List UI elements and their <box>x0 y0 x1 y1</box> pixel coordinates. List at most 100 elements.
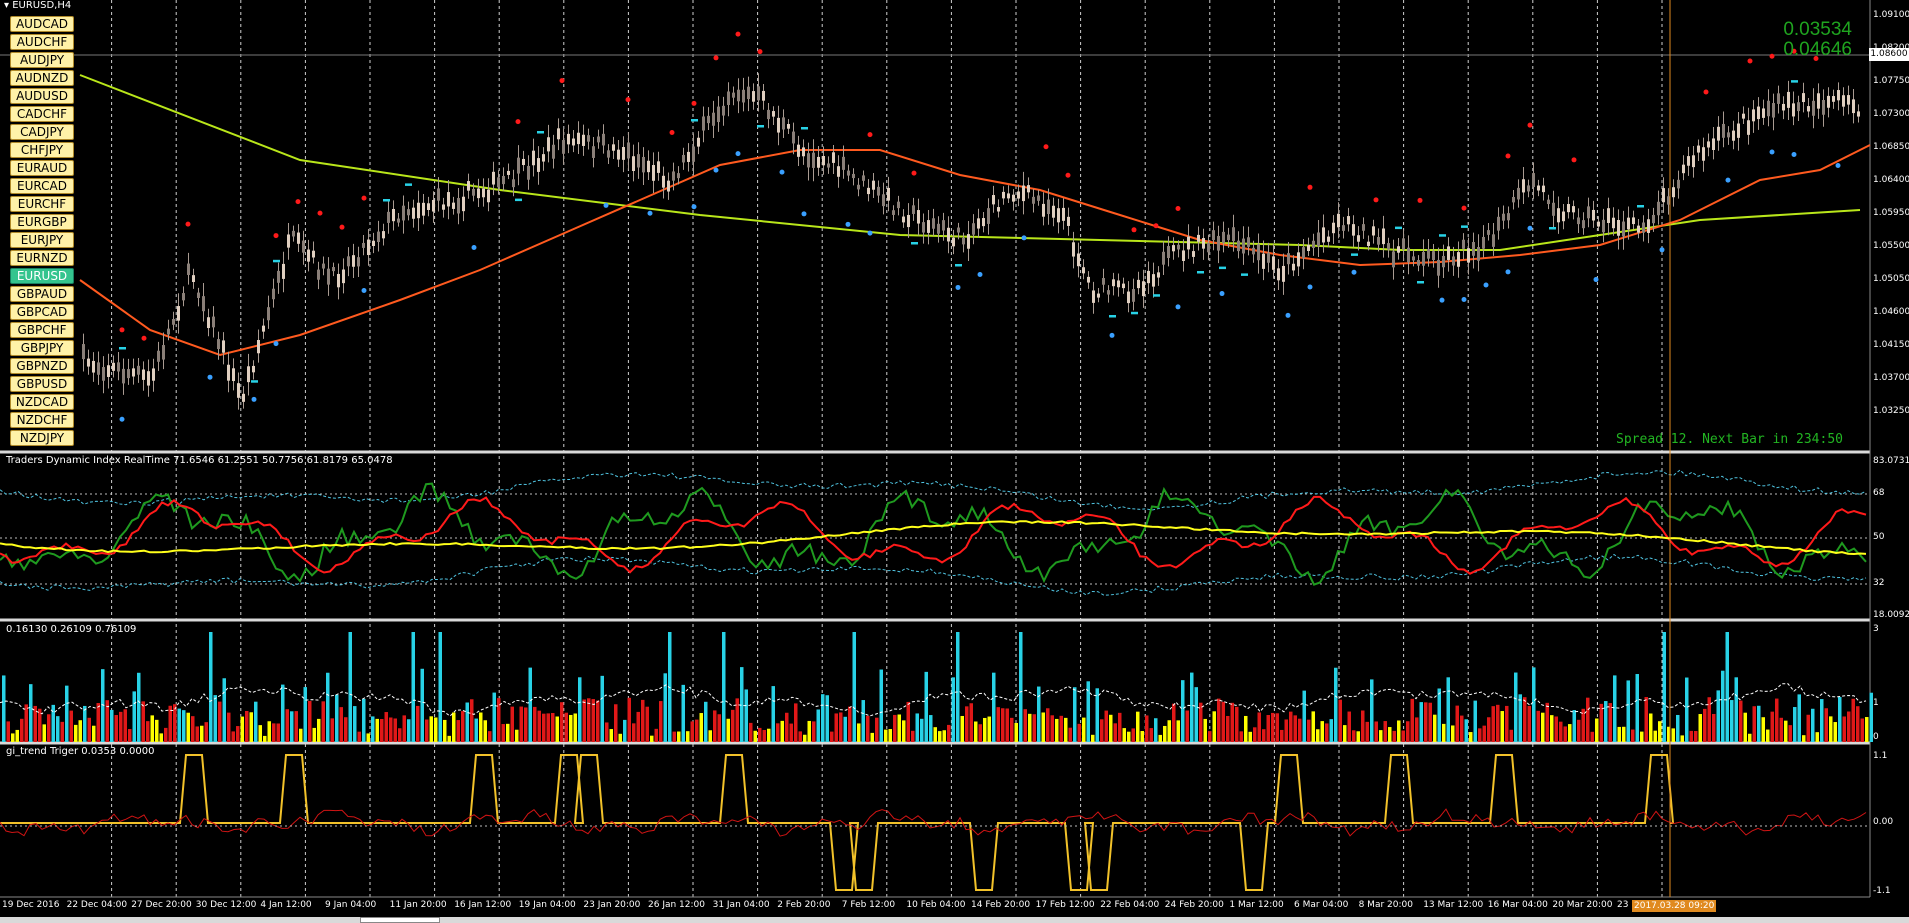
volume-bar <box>510 706 514 742</box>
symbol-button-audnzd[interactable]: AUDNZD <box>10 70 74 86</box>
candle-body <box>427 203 430 210</box>
signal-marker <box>273 259 280 263</box>
candle-body <box>612 144 615 151</box>
candle-body <box>112 362 115 371</box>
symbol-button-nzdjpy[interactable]: NZDJPY <box>10 430 74 446</box>
candle-body <box>1702 147 1705 161</box>
symbol-button-nzdchf[interactable]: NZDCHF <box>10 412 74 428</box>
fractal-down-marker <box>119 416 125 422</box>
candle-body <box>957 227 960 233</box>
candle-body <box>822 156 825 166</box>
candle-body <box>1282 265 1285 282</box>
volume-bar <box>335 694 339 742</box>
volume-bar <box>1397 720 1401 742</box>
symbol-button-cadjpy[interactable]: CADJPY <box>10 124 74 140</box>
volume-bar <box>1491 706 1495 742</box>
fractal-down-marker <box>867 230 873 236</box>
candle-body <box>1112 279 1115 287</box>
price-pane[interactable] <box>79 31 1871 422</box>
candle-body <box>337 273 340 288</box>
fractal-up-marker <box>361 195 367 201</box>
fractal-down-marker <box>1725 177 1731 183</box>
symbol-button-audchf[interactable]: AUDCHF <box>10 34 74 50</box>
candle-body <box>122 368 125 384</box>
volume-bar <box>1563 726 1567 742</box>
candle-body <box>1392 251 1395 268</box>
volume-bar <box>1172 703 1176 742</box>
candle-body <box>182 293 185 301</box>
time-axis-label: 17 Feb 12:00 <box>1035 900 1095 910</box>
volume-bar <box>492 692 496 742</box>
symbol-button-eurnzd[interactable]: EURNZD <box>10 250 74 266</box>
volume-bar <box>555 716 559 742</box>
volume-bar <box>1194 687 1198 742</box>
volume-bar <box>1631 729 1635 742</box>
symbol-button-chfjpy[interactable]: CHFJPY <box>10 142 74 158</box>
signal-marker <box>119 347 126 350</box>
volume-bar <box>1352 730 1356 742</box>
volume-bar <box>1752 706 1756 742</box>
symbol-button-eurjpy[interactable]: EURJPY <box>10 232 74 248</box>
volume-bar <box>1095 688 1099 742</box>
symbol-button-audcad[interactable]: AUDCAD <box>10 16 74 32</box>
scrollbar-thumb[interactable] <box>360 917 440 923</box>
candle-body <box>862 175 865 181</box>
symbol-button-eurusd[interactable]: EURUSD <box>10 268 74 284</box>
volume-bar <box>978 724 982 742</box>
symbol-button-gbpcad[interactable]: GBPCAD <box>10 304 74 320</box>
symbol-button-gbpchf[interactable]: GBPCHF <box>10 322 74 338</box>
candle-body <box>1632 217 1635 225</box>
volume-bar <box>897 714 901 742</box>
volume-bar <box>1010 717 1014 742</box>
candle-body <box>292 230 295 237</box>
symbol-button-gbpjpy[interactable]: GBPJPY <box>10 340 74 356</box>
candle-body <box>722 105 725 116</box>
volume-bar <box>254 701 258 742</box>
tdi-pane[interactable] <box>0 469 1870 596</box>
candle-body <box>592 146 595 158</box>
volume-bar <box>1280 729 1284 742</box>
candle-body <box>1287 253 1290 265</box>
candle-body <box>1337 213 1340 228</box>
candle-body <box>467 181 470 191</box>
volume-bar <box>1527 705 1531 742</box>
symbol-button-gbpaud[interactable]: GBPAUD <box>10 286 74 302</box>
fractal-down-marker <box>361 288 367 294</box>
volume-pane[interactable] <box>0 632 1873 742</box>
fractal-down-marker <box>845 221 851 227</box>
symbol-button-euraud[interactable]: EURAUD <box>10 160 74 176</box>
symbol-button-nzdcad[interactable]: NZDCAD <box>10 394 74 410</box>
volume-bar <box>812 721 816 742</box>
volume-bar <box>1779 717 1783 742</box>
candle-body <box>922 222 925 233</box>
fractal-down-marker <box>1483 282 1489 288</box>
symbol-button-eurgbp[interactable]: EURGBP <box>10 214 74 230</box>
candle-body <box>492 171 495 185</box>
volume-bar <box>1167 720 1171 742</box>
candle-body <box>1082 267 1085 274</box>
volume-bar <box>384 712 388 742</box>
volume-bar <box>1284 719 1288 742</box>
volume-bar <box>1442 723 1446 742</box>
candle-body <box>1572 206 1575 213</box>
volume-bar <box>1487 717 1491 742</box>
symbol-button-audjpy[interactable]: AUDJPY <box>10 52 74 68</box>
symbol-button-cadchf[interactable]: CADCHF <box>10 106 74 122</box>
vol-axis-label: 1 <box>1873 698 1879 708</box>
volume-bar <box>780 720 784 742</box>
symbol-button-gbpusd[interactable]: GBPUSD <box>10 376 74 392</box>
price-axis-label: 1.05050 <box>1873 274 1909 284</box>
volume-bar <box>1136 711 1140 742</box>
trend-pane[interactable] <box>0 754 1870 891</box>
volume-bar <box>1424 702 1428 742</box>
candle-body <box>502 175 505 185</box>
symbol-button-eurcad[interactable]: EURCAD <box>10 178 74 194</box>
volume-bar <box>785 712 789 742</box>
symbol-button-eurchf[interactable]: EURCHF <box>10 196 74 212</box>
symbol-button-audusd[interactable]: AUDUSD <box>10 88 74 104</box>
time-axis-label: 19 Jan 04:00 <box>518 900 576 910</box>
volume-bar <box>231 731 235 742</box>
symbol-button-gbpnzd[interactable]: GBPNZD <box>10 358 74 374</box>
volume-bar <box>1050 715 1054 742</box>
horizontal-scrollbar[interactable] <box>0 917 1909 923</box>
